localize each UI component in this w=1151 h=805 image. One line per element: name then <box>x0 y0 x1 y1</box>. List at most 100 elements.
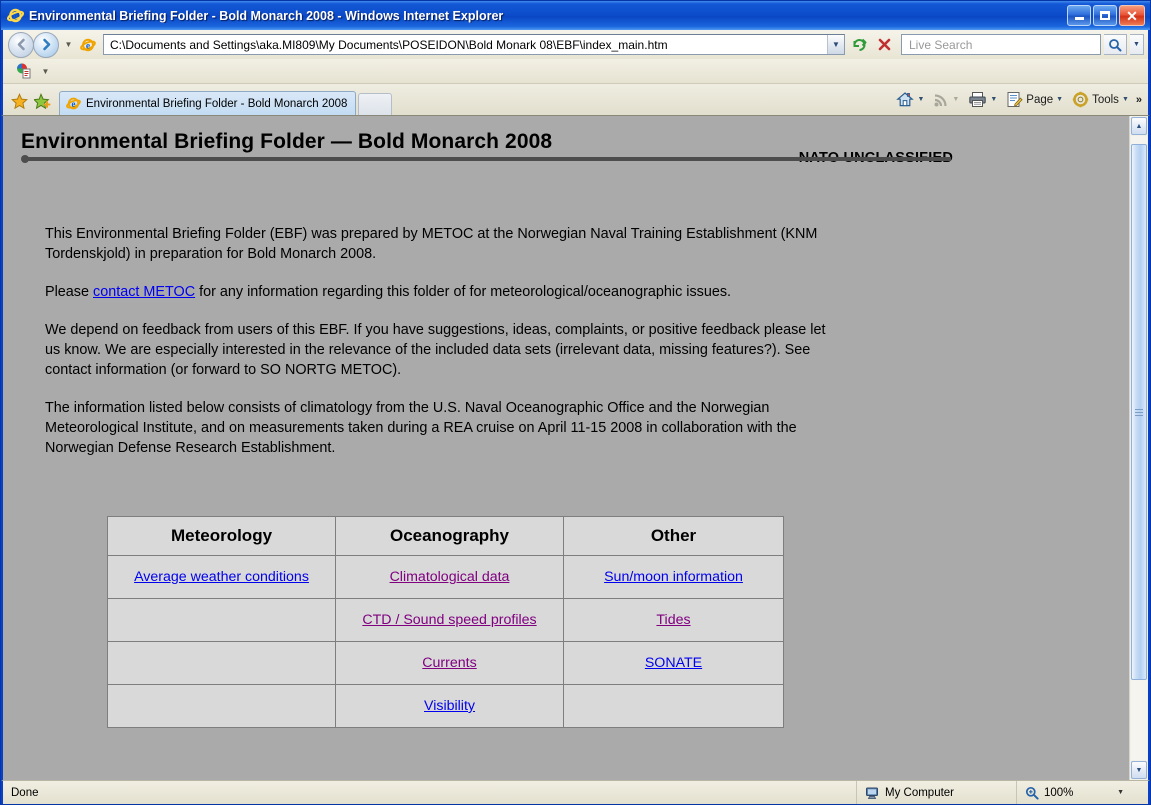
scroll-up-button[interactable]: ▲ <box>1131 117 1147 135</box>
cell-oceanography-3: Currents <box>335 641 564 685</box>
vertical-scrollbar[interactable]: ▲ ▼ <box>1129 116 1148 780</box>
home-button[interactable]: ▼ <box>892 89 928 110</box>
resize-grip-icon[interactable] <box>1132 781 1148 804</box>
link-sonate[interactable]: SONATE <box>645 655 702 671</box>
close-button[interactable]: ✕ <box>1119 5 1145 26</box>
refresh-icon[interactable] <box>848 34 870 56</box>
search-input[interactable] <box>907 36 1100 53</box>
paragraph-3: We depend on feedback from users of this… <box>45 322 826 378</box>
tab-label: Environmental Briefing Folder - Bold Mon… <box>86 97 348 110</box>
search-button[interactable] <box>1104 34 1127 55</box>
tools-menu-label: Tools <box>1092 93 1119 106</box>
recent-pages-dropdown-icon[interactable]: ▼ <box>62 35 75 55</box>
scrollbar-thumb[interactable] <box>1131 144 1147 680</box>
page-viewport: Environmental Briefing Folder — Bold Mon… <box>1 115 1150 780</box>
table-row: Currents SONATE <box>107 641 784 685</box>
table-row: CTD / Sound speed profiles Tides <box>107 598 784 642</box>
window-controls: ✕ <box>1067 5 1148 26</box>
column-header-meteorology: Meteorology <box>107 516 336 556</box>
document-header: Environmental Briefing Folder — Bold Mon… <box>21 130 1111 166</box>
browser-chrome: ▼ e C:\Documents and Settings\aka.MI809\… <box>1 30 1150 115</box>
zoom-control[interactable]: 100% ▼ <box>1017 781 1132 804</box>
column-header-other: Other <box>563 516 784 556</box>
link-visibility[interactable]: Visibility <box>424 698 475 714</box>
contact-metoc-link[interactable]: contact METOC <box>93 284 195 300</box>
forward-button[interactable] <box>33 31 59 58</box>
favorites-center-icon[interactable] <box>11 93 28 110</box>
minimize-button[interactable] <box>1067 5 1091 26</box>
internet-explorer-icon: e <box>7 7 24 24</box>
print-dropdown-icon[interactable]: ▼ <box>990 96 997 103</box>
home-dropdown-icon[interactable]: ▼ <box>917 96 924 103</box>
title-bar: e Environmental Briefing Folder - Bold M… <box>1 1 1150 30</box>
address-bar-value: C:\Documents and Settings\aka.MI809\My D… <box>110 37 668 52</box>
link-ctd-sound-speed-profiles[interactable]: CTD / Sound speed profiles <box>362 612 536 628</box>
header-divider <box>21 155 951 163</box>
cell-oceanography-1: Climatological data <box>335 555 564 599</box>
stop-icon[interactable] <box>873 34 895 56</box>
address-bar-row: ▼ e C:\Documents and Settings\aka.MI809\… <box>3 30 1148 59</box>
paragraph-1: This Environmental Briefing Folder (EBF)… <box>45 226 818 262</box>
cell-other-3: SONATE <box>563 641 784 685</box>
link-average-weather-conditions[interactable]: Average weather conditions <box>134 569 309 585</box>
scrollbar-track[interactable] <box>1131 136 1147 760</box>
address-dropdown-icon[interactable]: ▼ <box>827 35 844 54</box>
search-box[interactable] <box>901 34 1101 55</box>
links-bar: ▼ <box>3 59 1148 84</box>
tools-menu-button[interactable]: Tools ▼ <box>1068 89 1133 110</box>
cell-other-1: Sun/moon information <box>563 555 784 599</box>
cell-meteorology-2 <box>107 598 336 642</box>
scrollbar-grip-icon <box>1135 408 1143 416</box>
paragraph-2-suffix: for any information regarding this folde… <box>195 284 732 300</box>
add-to-favorites-icon[interactable] <box>34 93 51 110</box>
link-tides[interactable]: Tides <box>656 612 690 628</box>
zoom-level: 100% <box>1044 786 1074 799</box>
page-menu-label: Page <box>1026 93 1054 106</box>
feeds-dropdown-icon: ▼ <box>952 96 960 103</box>
links-dropdown-icon[interactable]: ▼ <box>39 61 52 81</box>
tab-bar: e Environmental Briefing Folder - Bold M… <box>3 84 1148 115</box>
page-menu-button[interactable]: Page ▼ <box>1002 89 1067 110</box>
table-row: Visibility <box>107 684 784 728</box>
cell-oceanography-4: Visibility <box>335 684 564 728</box>
toolbar-overflow-icon[interactable]: » <box>1134 94 1142 106</box>
cell-other-2: Tides <box>563 598 784 642</box>
paragraph-2-prefix: Please <box>45 284 93 300</box>
window-title: Environmental Briefing Folder - Bold Mon… <box>29 8 504 23</box>
link-sun-moon-information[interactable]: Sun/moon information <box>604 569 743 585</box>
svg-text:e: e <box>13 11 18 22</box>
column-header-oceanography: Oceanography <box>335 516 564 556</box>
cell-meteorology-1: Average weather conditions <box>107 555 336 599</box>
table-header-row: Meteorology Oceanography Other <box>107 516 784 556</box>
links-table: Meteorology Oceanography Other Average w… <box>107 516 784 728</box>
scroll-down-button[interactable]: ▼ <box>1131 761 1147 779</box>
links-table-wrapper: Meteorology Oceanography Other Average w… <box>21 476 1111 728</box>
paragraph-4: The information listed below consists of… <box>45 400 797 456</box>
cell-meteorology-3 <box>107 641 336 685</box>
address-bar[interactable]: C:\Documents and Settings\aka.MI809\My D… <box>103 34 845 55</box>
paragraph-2: Please contact METOC for any information… <box>45 282 827 302</box>
back-button[interactable] <box>8 31 34 58</box>
feeds-button: ▼ <box>929 90 963 110</box>
maximize-button[interactable] <box>1093 5 1117 26</box>
print-button[interactable]: ▼ <box>964 89 1001 110</box>
computer-icon <box>865 786 879 800</box>
command-bar: ▼ ▼ ▼ Page ▼ Tools ▼ » <box>892 89 1148 115</box>
table-row: Average weather conditions Climatologica… <box>107 555 784 599</box>
page-document-icon[interactable] <box>13 60 35 82</box>
tab-environmental-briefing-folder[interactable]: e Environmental Briefing Folder - Bold M… <box>59 91 357 115</box>
tools-dropdown-icon[interactable]: ▼ <box>1122 96 1129 103</box>
browser-window: e Environmental Briefing Folder - Bold M… <box>0 0 1151 805</box>
page-dropdown-icon[interactable]: ▼ <box>1056 96 1063 103</box>
favorites-buttons <box>11 93 59 115</box>
link-climatological-data[interactable]: Climatological data <box>390 569 510 585</box>
link-currents[interactable]: Currents <box>422 655 476 671</box>
new-tab-button[interactable] <box>358 93 393 115</box>
search-provider-dropdown-icon[interactable]: ▼ <box>1130 34 1144 55</box>
zoom-dropdown-icon[interactable]: ▼ <box>1117 789 1124 796</box>
cell-other-4 <box>563 684 784 728</box>
security-zone: My Computer <box>857 781 1017 804</box>
page-content: Environmental Briefing Folder — Bold Mon… <box>3 116 1129 780</box>
zoom-icon <box>1025 786 1039 800</box>
address-ie-icon: e <box>80 37 96 53</box>
